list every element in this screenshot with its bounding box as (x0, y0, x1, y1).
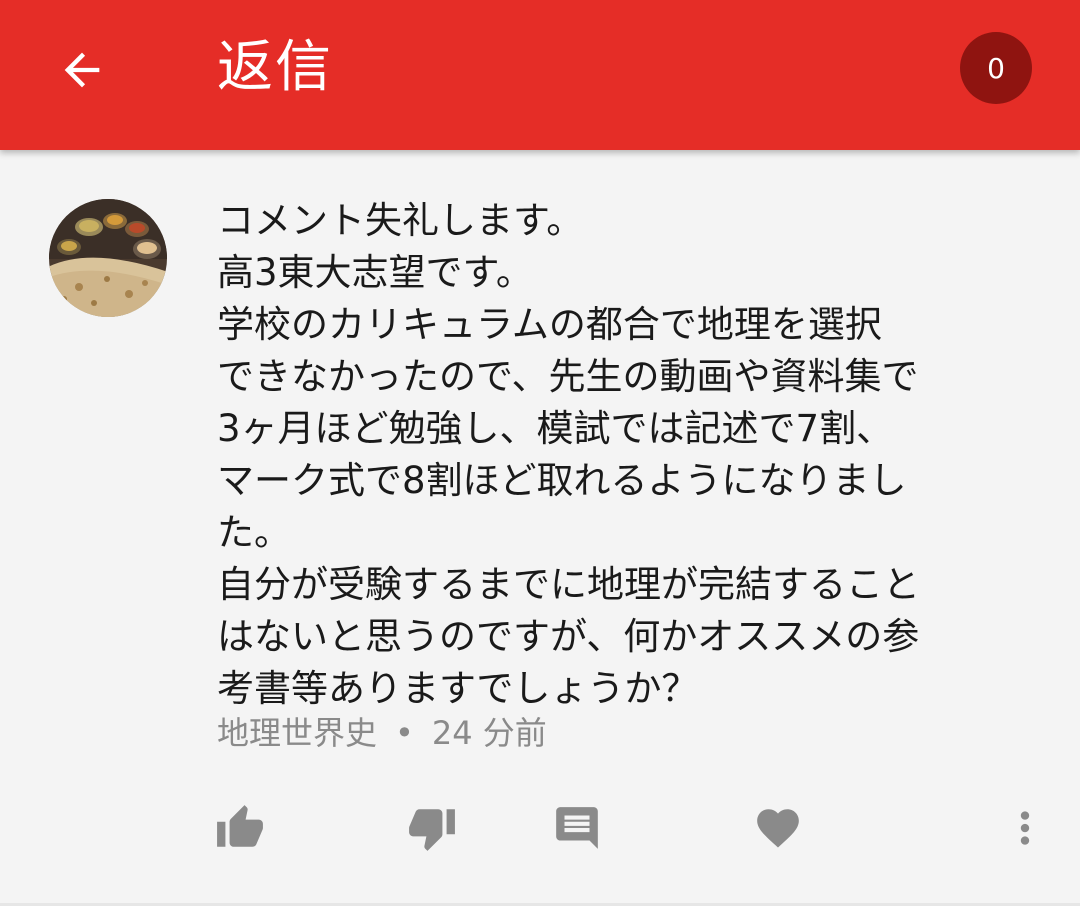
comment-meta: 地理世界史 • 24 分前 (217, 710, 547, 756)
dislike-button[interactable] (402, 798, 462, 858)
back-button[interactable] (40, 28, 124, 112)
thumb-up-icon (217, 805, 263, 847)
comment-text: コメント失礼します。 高3東大志望です。 学校のカリキュラムの都合で地理を選択 … (217, 199, 920, 710)
more-button[interactable] (995, 798, 1055, 858)
reply-count-badge: 0 (960, 32, 1032, 104)
comment-icon (556, 807, 598, 849)
app-bar: 返信 0 (0, 0, 1080, 150)
heart-button[interactable] (748, 798, 808, 858)
heart-icon (757, 809, 799, 848)
meta-separator: • (395, 714, 414, 752)
like-button[interactable] (210, 798, 270, 858)
avatar[interactable] (49, 199, 167, 317)
comment-time: 24 分前 (431, 714, 547, 752)
comment-panel: コメント失礼します。 高3東大志望です。 学校のカリキュラムの都合で地理を選択 … (0, 150, 1080, 906)
thumb-down-icon (409, 809, 455, 851)
comment-author[interactable]: 地理世界史 (217, 714, 377, 752)
page-title: 返信 (217, 35, 333, 100)
food-photo-icon (49, 199, 167, 317)
reply-button[interactable] (547, 798, 607, 858)
more-vert-icon (1020, 811, 1030, 845)
arrow-back-icon (64, 52, 100, 88)
